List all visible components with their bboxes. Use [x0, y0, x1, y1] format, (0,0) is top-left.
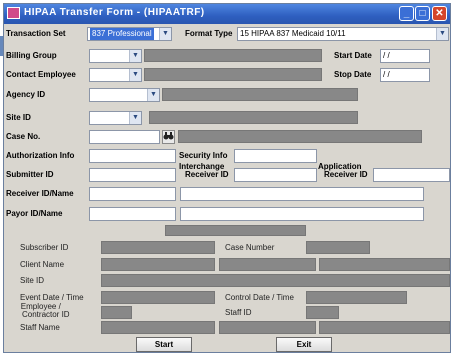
client-first-name [219, 258, 316, 271]
client-name-label: Client Name [20, 260, 65, 269]
receiver-name-field[interactable] [180, 187, 424, 201]
chevron-down-icon[interactable]: ▼ [129, 112, 141, 124]
format-type-select[interactable]: 15 HIPAA 837 Medicaid 10/11 ▼ [237, 27, 449, 41]
payor-id-name-label: Payor ID/Name [6, 209, 63, 218]
security-info-label: Security Info [179, 151, 228, 160]
authorization-info-label: Authorization Info [6, 151, 75, 160]
control-date-time-label: Control Date / Time [225, 293, 294, 302]
agency-id-label: Agency ID [6, 90, 46, 99]
chevron-down-icon[interactable]: ▼ [436, 28, 448, 40]
security-info-field[interactable] [234, 149, 317, 163]
employee-contractor-id-label: Employee / Contractor ID [12, 303, 70, 319]
close-button[interactable]: ✕ [432, 6, 447, 21]
staff-id-label: Staff ID [225, 308, 252, 317]
transaction-set-select[interactable]: 837 Professional ▼ [87, 27, 172, 41]
subscriber-id-label: Subscriber ID [20, 243, 69, 252]
staff-last-name [101, 321, 215, 334]
start-date-field[interactable]: / / [380, 49, 430, 63]
chevron-down-icon[interactable]: ▼ [129, 50, 141, 62]
case-no-label: Case No. [6, 132, 41, 141]
contact-employee-label: Contact Employee [6, 70, 76, 79]
agency-id-select[interactable]: ▼ [89, 88, 160, 102]
application-label-line2: Receiver ID [324, 170, 368, 179]
case-number-label: Case Number [225, 243, 275, 252]
staff-name-label: Staff Name [20, 323, 60, 332]
chevron-down-icon[interactable]: ▼ [159, 28, 171, 40]
submitter-id-label: Submitter ID [6, 170, 54, 179]
detail-header-bar [165, 225, 306, 236]
payor-id-field[interactable] [89, 207, 176, 221]
site-name [149, 111, 358, 124]
start-button[interactable]: Start [136, 337, 192, 352]
control-date-time-value [306, 291, 407, 304]
binoculars-icon[interactable] [162, 130, 175, 144]
hipaa-transfer-window: HIPAA Transfer Form - (HIPAATRF) _ □ ✕ T… [3, 3, 451, 353]
app-icon [7, 7, 20, 19]
stop-date-label: Stop Date [334, 70, 372, 79]
case-number-value [306, 241, 370, 254]
billing-group-label: Billing Group [6, 51, 57, 60]
stop-date-field[interactable]: / / [380, 68, 430, 82]
billing-group-select[interactable]: ▼ [89, 49, 142, 63]
subscriber-id-value [101, 241, 215, 254]
staff-middle-name [319, 321, 450, 334]
employee-contractor-id-value [101, 306, 132, 319]
employee-label-line2: Contractor ID [22, 310, 70, 319]
detail-site-id-label: Site ID [20, 276, 45, 285]
transaction-set-value: 837 Professional [90, 28, 154, 40]
title-bar: HIPAA Transfer Form - (HIPAATRF) _ □ ✕ [4, 4, 450, 24]
agency-name [162, 88, 358, 101]
case-no-field[interactable] [89, 130, 160, 144]
event-date-time-label: Event Date / Time [20, 293, 84, 302]
maximize-button[interactable]: □ [415, 6, 430, 21]
staff-id-value [306, 306, 339, 319]
start-date-label: Start Date [334, 51, 372, 60]
site-id-label: Site ID [6, 113, 31, 122]
receiver-id-name-label: Receiver ID/Name [6, 189, 74, 198]
site-id-select[interactable]: ▼ [89, 111, 142, 125]
window-title: HIPAA Transfer Form - (HIPAATRF) [24, 7, 205, 18]
client-last-name [101, 258, 215, 271]
billing-group-name [144, 49, 322, 62]
format-type-label: Format Type [185, 29, 233, 38]
chevron-down-icon[interactable]: ▼ [129, 69, 141, 81]
exit-button[interactable]: Exit [276, 337, 332, 352]
format-type-value: 15 HIPAA 837 Medicaid 10/11 [240, 29, 346, 38]
interchange-receiver-id-field[interactable] [234, 168, 317, 182]
client-middle-name [319, 258, 450, 271]
authorization-info-field[interactable] [89, 149, 176, 163]
contact-employee-select[interactable]: ▼ [89, 68, 142, 82]
interchange-label-line2: Receiver ID [185, 170, 229, 179]
receiver-id-field[interactable] [89, 187, 176, 201]
submitter-id-field[interactable] [89, 168, 176, 182]
minimize-button[interactable]: _ [399, 6, 414, 21]
application-receiver-id-field[interactable] [373, 168, 450, 182]
event-date-time-value [101, 291, 215, 304]
chevron-down-icon[interactable]: ▼ [147, 89, 159, 101]
transaction-set-label: Transaction Set [6, 29, 66, 38]
staff-first-name [219, 321, 316, 334]
interchange-receiver-id-label: Interchange Receiver ID [179, 163, 229, 179]
contact-employee-name [144, 68, 322, 81]
case-name [178, 130, 422, 143]
application-receiver-id-label: Application Receiver ID [318, 163, 368, 179]
payor-name-field[interactable] [180, 207, 424, 221]
detail-site-id-value [101, 274, 450, 287]
